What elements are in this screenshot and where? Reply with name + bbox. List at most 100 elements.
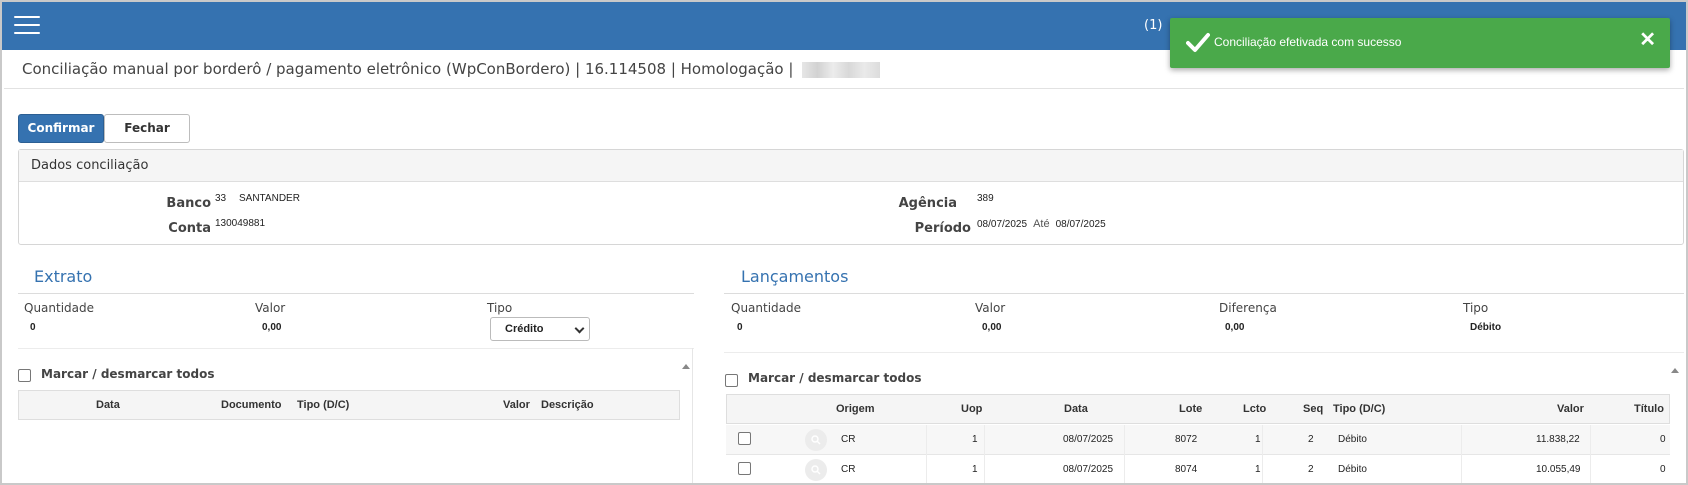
lancamentos-mark-all-label: Marcar / desmarcar todos <box>748 371 922 385</box>
lancamentos-tipo-value: Débito <box>1470 322 1502 333</box>
banco-name: SANTANDER <box>239 193 300 204</box>
check-icon <box>1186 33 1210 52</box>
cell-seq: 2 <box>1308 434 1314 445</box>
extrato-valor-label: Valor <box>255 301 286 315</box>
success-toast: Conciliação efetivada com sucesso ✕ <box>1170 18 1670 68</box>
conta-value: 130049881 <box>215 218 266 229</box>
divider <box>18 348 694 349</box>
row-checkbox[interactable] <box>738 432 751 445</box>
lancamentos-quantidade-value: 0 <box>737 322 743 333</box>
periodo-label: Período <box>914 221 971 236</box>
cell-origem: CR <box>841 464 856 475</box>
cell-uop: 1 <box>972 434 978 445</box>
cell-valor: 10.055,49 <box>1536 464 1581 475</box>
divider <box>4 88 1684 89</box>
redacted-user-name <box>802 61 881 78</box>
banco-label: Banco <box>166 196 211 211</box>
col-titulo[interactable]: Título <box>1634 403 1664 415</box>
cell-separator <box>984 425 985 455</box>
col-data[interactable]: Data <box>96 399 120 411</box>
lancamentos-table-header: Origem Uop Data Lote Lcto Seq Tipo (D/C)… <box>726 394 1670 424</box>
search-icon[interactable] <box>805 429 827 451</box>
user-badge[interactable]: (1) <box>1144 18 1162 33</box>
cell-separator <box>926 455 927 483</box>
periodo-to: 08/07/2025 <box>1055 219 1106 230</box>
cell-separator <box>1262 455 1263 483</box>
divider <box>724 293 1684 294</box>
lancamentos-valor-label: Valor <box>975 301 1006 315</box>
lancamentos-mark-all-checkbox[interactable] <box>725 374 738 387</box>
lancamentos-diferenca-value: 0,00 <box>1225 322 1245 333</box>
agencia-value: 389 <box>977 193 994 204</box>
cell-lcto: 1 <box>1255 464 1261 475</box>
col-tipo[interactable]: Tipo (D/C) <box>297 399 349 411</box>
extrato-mark-all-label: Marcar / desmarcar todos <box>41 367 215 381</box>
cell-titulo: 0 <box>1660 434 1666 445</box>
page-title-text: Conciliação manual por borderô / pagamen… <box>22 60 794 78</box>
col-documento[interactable]: Documento <box>221 399 282 411</box>
cell-separator <box>926 425 927 455</box>
cell-separator <box>1124 455 1125 483</box>
scrollbar-track <box>692 348 693 483</box>
dados-conciliacao-panel: Dados conciliação Banco 33 SANTANDER Con… <box>18 149 1684 245</box>
table-row[interactable]: CR 1 08/07/2025 8074 1 2 Débito 10.055,4… <box>726 455 1670 483</box>
close-button[interactable]: Fechar <box>104 114 190 143</box>
extrato-title: Extrato <box>34 267 93 286</box>
col-data[interactable]: Data <box>1064 403 1088 415</box>
cell-separator <box>1590 455 1591 483</box>
lancamentos-title: Lançamentos <box>741 267 849 286</box>
cell-separator <box>1590 425 1591 455</box>
extrato-tipo-selected: Crédito <box>505 323 544 335</box>
conta-label: Conta <box>168 221 211 236</box>
extrato-tipo-select[interactable]: Crédito <box>490 317 590 341</box>
cell-seq: 2 <box>1308 464 1314 475</box>
cell-lote: 8074 <box>1175 464 1198 475</box>
lancamentos-tipo-label: Tipo <box>1463 301 1489 315</box>
cell-separator <box>1262 425 1263 455</box>
col-lote[interactable]: Lote <box>1179 403 1202 415</box>
search-icon[interactable] <box>805 459 827 481</box>
lancamentos-valor-value: 0,00 <box>982 322 1002 333</box>
col-tipo[interactable]: Tipo (D/C) <box>1333 403 1385 415</box>
cell-titulo: 0 <box>1660 464 1666 475</box>
confirm-button[interactable]: Confirmar <box>18 114 104 143</box>
col-uop[interactable]: Uop <box>961 403 982 415</box>
page-title: Conciliação manual por borderô / pagamen… <box>22 60 881 78</box>
scroll-up-icon[interactable] <box>682 364 690 369</box>
col-valor[interactable]: Valor <box>503 399 530 411</box>
panel-heading: Dados conciliação <box>19 150 1683 182</box>
divider <box>18 293 694 294</box>
divider <box>724 352 1684 353</box>
toast-message: Conciliação efetivada com sucesso <box>1214 35 1402 49</box>
cell-data: 08/07/2025 <box>1063 464 1114 475</box>
close-icon[interactable]: ✕ <box>1639 29 1656 51</box>
app-window: (1) Conciliação manual por borderô / pag… <box>0 0 1688 485</box>
table-row[interactable]: CR 1 08/07/2025 8072 1 2 Débito 11.838,2… <box>726 425 1670 455</box>
col-descricao[interactable]: Descrição <box>541 399 594 411</box>
cell-data: 08/07/2025 <box>1063 434 1114 445</box>
col-lcto[interactable]: Lcto <box>1243 403 1266 415</box>
row-checkbox[interactable] <box>738 462 751 475</box>
col-origem[interactable]: Origem <box>836 403 875 415</box>
lancamentos-diferenca-label: Diferença <box>1219 301 1277 315</box>
col-valor[interactable]: Valor <box>1557 403 1584 415</box>
cell-origem: CR <box>841 434 856 445</box>
scroll-up-icon[interactable] <box>1671 368 1679 373</box>
extrato-quantidade-value: 0 <box>30 322 36 333</box>
cell-valor: 11.838,22 <box>1536 434 1580 445</box>
extrato-quantidade-label: Quantidade <box>24 301 95 315</box>
extrato-table-header: Data Documento Tipo (D/C) Valor Descriçã… <box>18 390 680 420</box>
cell-separator <box>1461 455 1462 483</box>
extrato-mark-all-checkbox[interactable] <box>18 369 31 382</box>
col-seq[interactable]: Seq <box>1303 403 1323 415</box>
extrato-tipo-label: Tipo <box>487 301 513 315</box>
hamburger-icon[interactable] <box>14 16 40 36</box>
agencia-label: Agência <box>898 196 957 211</box>
extrato-valor-value: 0,00 <box>262 322 282 333</box>
cell-separator <box>984 455 985 483</box>
cell-tipo: Débito <box>1338 464 1367 475</box>
periodo-range: 08/07/2025 Até 08/07/2025 <box>977 218 1106 230</box>
cell-separator <box>1124 425 1125 455</box>
lancamentos-quantidade-label: Quantidade <box>731 301 802 315</box>
cell-separator <box>1461 425 1462 455</box>
